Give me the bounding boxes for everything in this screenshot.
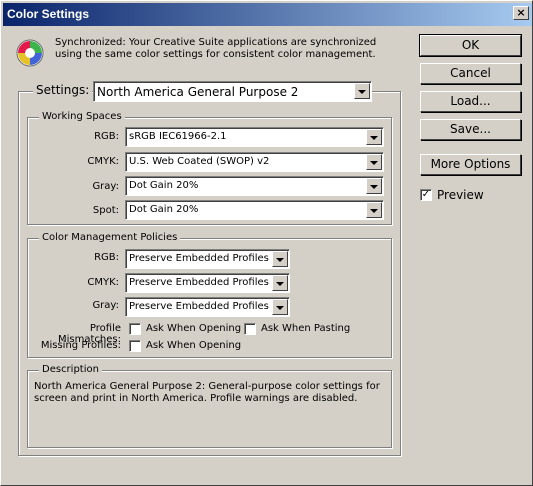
more-options-button[interactable]: More Options — [420, 154, 521, 175]
save-button[interactable]: Save... — [420, 119, 521, 140]
ask-when-pasting-checkbox[interactable] — [244, 323, 256, 335]
ws-gray-label: Gray: — [92, 181, 119, 192]
ws-cmyk-dropdown[interactable]: U.S. Web Coated (SWOP) v2 — [125, 152, 384, 172]
preview-label[interactable]: Preview — [437, 188, 484, 202]
chevron-down-icon[interactable] — [366, 154, 382, 170]
policy-rgb-label: RGB: — [94, 252, 119, 263]
ws-rgb-dropdown[interactable]: sRGB IEC61966-2.1 — [125, 127, 384, 147]
ws-gray-dropdown[interactable]: Dot Gain 20% — [125, 176, 384, 196]
chevron-down-icon[interactable] — [272, 299, 288, 315]
chevron-down-icon[interactable] — [272, 275, 288, 291]
policy-rgb-value: Preserve Embedded Profiles — [129, 253, 269, 264]
ws-gray-value: Dot Gain 20% — [129, 180, 199, 191]
chevron-down-icon[interactable] — [366, 129, 382, 145]
ws-cmyk-label: CMYK: — [87, 156, 119, 167]
load-button[interactable]: Load... — [420, 91, 521, 112]
title-bar[interactable]: Color Settings × — [3, 3, 532, 26]
ask-when-pasting-label[interactable]: Ask When Pasting — [261, 323, 350, 334]
ws-cmyk-value: U.S. Web Coated (SWOP) v2 — [129, 156, 270, 167]
ask-when-opening-label[interactable]: Ask When Opening — [146, 323, 241, 334]
policy-cmyk-value: Preserve Embedded Profiles — [129, 277, 269, 288]
policy-gray-dropdown[interactable]: Preserve Embedded Profiles — [125, 297, 290, 317]
window-title: Color Settings — [7, 7, 90, 21]
description-title: Description — [39, 364, 102, 375]
preview-checkbox[interactable]: ✓ — [420, 189, 432, 201]
color-wheel-icon — [16, 39, 44, 67]
ask-when-opening-checkbox[interactable] — [129, 323, 141, 335]
ws-spot-dropdown[interactable]: Dot Gain 20% — [125, 200, 384, 220]
checkmark-icon: ✓ — [421, 189, 431, 200]
settings-value: North America General Purpose 2 — [97, 85, 299, 99]
working-spaces-title: Working Spaces — [39, 111, 125, 122]
chevron-down-icon[interactable] — [366, 202, 382, 218]
color-settings-dialog: Color Settings × Synchronized: Your Crea… — [0, 0, 533, 486]
policy-gray-label: Gray: — [92, 300, 119, 311]
chevron-down-icon[interactable] — [272, 251, 288, 267]
policy-cmyk-label: CMYK: — [87, 277, 119, 288]
ok-button[interactable]: OK — [419, 34, 522, 57]
policy-rgb-dropdown[interactable]: Preserve Embedded Profiles — [125, 249, 290, 269]
close-button[interactable]: × — [513, 6, 529, 20]
missing-ask-when-opening-label[interactable]: Ask When Opening — [146, 340, 241, 351]
ws-rgb-label: RGB: — [94, 131, 119, 142]
settings-label: Settings: — [33, 83, 93, 97]
policies-title: Color Management Policies — [39, 232, 181, 243]
chevron-down-icon[interactable] — [354, 83, 370, 99]
sync-status-text: Synchronized: Your Creative Suite applic… — [55, 37, 377, 60]
missing-profiles-label: Missing Profiles: — [40, 340, 121, 351]
policy-gray-value: Preserve Embedded Profiles — [129, 301, 269, 312]
chevron-down-icon[interactable] — [366, 178, 382, 194]
missing-ask-when-opening-checkbox[interactable] — [129, 340, 141, 352]
policy-cmyk-dropdown[interactable]: Preserve Embedded Profiles — [125, 273, 290, 293]
ws-rgb-value: sRGB IEC61966-2.1 — [129, 131, 227, 142]
settings-dropdown[interactable]: North America General Purpose 2 — [93, 81, 372, 102]
ws-spot-label: Spot: — [92, 205, 119, 216]
ws-spot-value: Dot Gain 20% — [129, 204, 199, 215]
description-text: North America General Purpose 2: General… — [34, 381, 380, 404]
cancel-button[interactable]: Cancel — [420, 63, 521, 84]
